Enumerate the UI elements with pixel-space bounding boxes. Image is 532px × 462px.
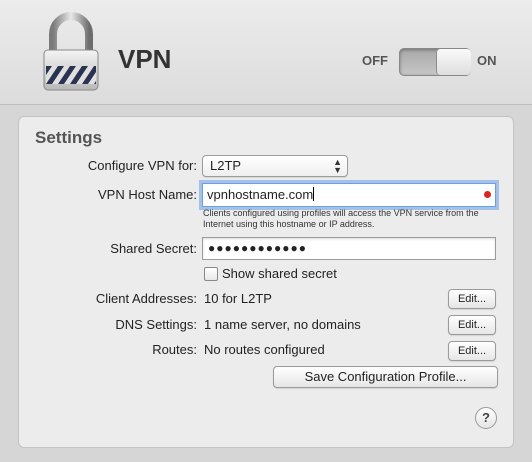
host-name-hint: Clients configured using profiles will a… (203, 208, 479, 229)
lock-icon (43, 12, 99, 91)
client-addresses-label: Client Addresses: (95, 291, 197, 306)
switch-on-label: ON (477, 53, 497, 68)
service-toggle-switch[interactable] (399, 48, 471, 76)
routes-label: Routes: (152, 342, 197, 357)
show-secret-checkbox[interactable] (204, 267, 218, 281)
shared-secret-label: Shared Secret: (110, 241, 197, 256)
help-icon[interactable]: ? (475, 407, 497, 429)
configure-vpn-popup[interactable]: L2TP ▲ ▼ (202, 155, 348, 177)
switch-knob[interactable] (436, 49, 471, 75)
service-header: VPN OFF ON (0, 0, 532, 105)
host-name-value: vpnhostname.com (207, 187, 314, 202)
edit-dns-button[interactable]: Edit... (448, 315, 496, 335)
settings-title: Settings (35, 128, 103, 147)
switch-off-label: OFF (362, 53, 388, 68)
host-name-field[interactable]: vpnhostname.com (202, 183, 496, 207)
dns-settings-value: 1 name server, no domains (204, 317, 361, 332)
host-name-label: VPN Host Name: (98, 187, 197, 202)
shared-secret-field[interactable]: ●●●●●●●●●●●● (202, 237, 496, 260)
configure-vpn-label: Configure VPN for: (87, 158, 197, 173)
status-dot-icon (484, 191, 491, 198)
text-caret (313, 187, 315, 201)
service-title: VPN (118, 44, 172, 74)
configure-vpn-value: L2TP (210, 158, 242, 173)
client-addresses-value: 10 for L2TP (204, 291, 272, 306)
routes-value: No routes configured (204, 342, 325, 357)
save-configuration-profile-button[interactable]: Save Configuration Profile... (273, 366, 498, 388)
shared-secret-value: ●●●●●●●●●●●● (208, 241, 307, 255)
edit-routes-button[interactable]: Edit... (448, 341, 496, 361)
dns-settings-label: DNS Settings: (115, 317, 197, 332)
edit-client-addresses-button[interactable]: Edit... (448, 289, 496, 309)
show-secret-label[interactable]: Show shared secret (222, 266, 337, 281)
popup-arrows-icon: ▲ ▼ (333, 157, 342, 175)
